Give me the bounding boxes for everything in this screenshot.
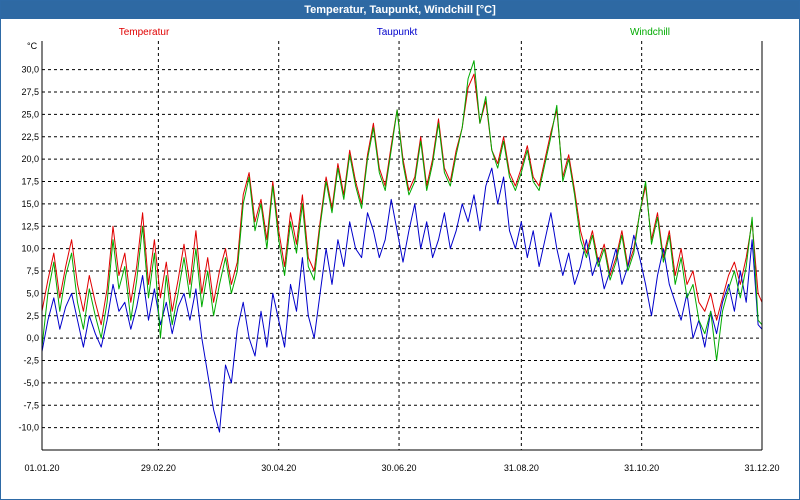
y-tick-label: -7,5 xyxy=(23,400,39,410)
y-axis-label: °C xyxy=(27,41,38,51)
y-tick-label: 20,0 xyxy=(21,154,39,164)
y-tick-label: -10,0 xyxy=(18,423,39,433)
y-tick-label: 30,0 xyxy=(21,65,39,75)
axes xyxy=(41,41,763,451)
grid xyxy=(42,41,762,450)
legend-taupunkt: Taupunkt xyxy=(377,27,418,38)
y-tick-label: 7,5 xyxy=(26,266,39,276)
series-lines xyxy=(41,60,763,433)
y-tick-label: 10,0 xyxy=(21,244,39,254)
x-tick-label: 01.01.20 xyxy=(24,463,59,473)
chart-window: Temperatur, Taupunkt, Windchill [°C] 30,… xyxy=(0,0,800,500)
y-tick-label: 17,5 xyxy=(21,177,39,187)
y-tick-label: 22,5 xyxy=(21,132,39,142)
x-tick-label: 31.10.20 xyxy=(624,463,659,473)
y-tick-label: -5,0 xyxy=(23,378,39,388)
y-tick-label: 12,5 xyxy=(21,221,39,231)
x-tick-label: 29.02.20 xyxy=(141,463,176,473)
y-tick-label: 2,5 xyxy=(26,311,39,321)
legend-temperatur: Temperatur xyxy=(119,27,170,38)
y-tick-label: 15,0 xyxy=(21,199,39,209)
y-tick-label: 27,5 xyxy=(21,87,39,97)
chart-canvas: 30,0 27,5 25,0 22,5 20,0 17,5 15,0 12,5 10,0 7,5 5… xyxy=(18,27,779,473)
y-tick-label: 25,0 xyxy=(21,109,39,119)
x-tick-label: 31.08.20 xyxy=(504,463,539,473)
y-tick-label: 0,0 xyxy=(26,333,39,343)
y-tick-label: 5,0 xyxy=(26,288,39,298)
window-title: Temperatur, Taupunkt, Windchill [°C] xyxy=(1,1,799,19)
x-tick-label: 30.04.20 xyxy=(261,463,296,473)
x-tick-label: 31.12.20 xyxy=(744,463,779,473)
series-line-taupunkt xyxy=(41,167,763,433)
x-tick-label: 30.06.20 xyxy=(382,463,417,473)
legend-windchill: Windchill xyxy=(630,27,670,38)
y-tick-label: -2,5 xyxy=(23,356,39,366)
